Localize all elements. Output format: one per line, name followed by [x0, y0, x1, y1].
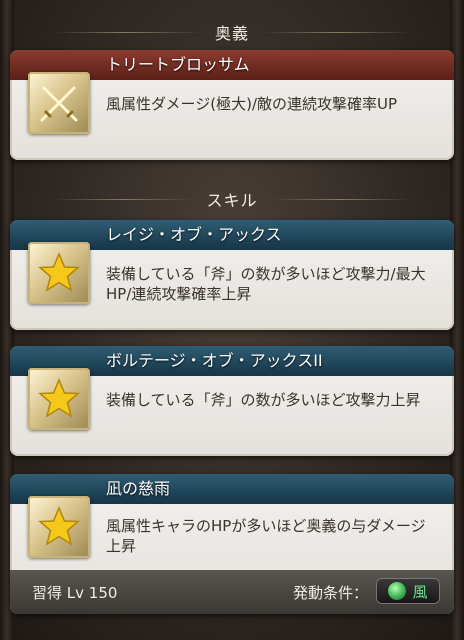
skill-card-1[interactable]: レイジ・オブ・アックス 装備している「斧」の数が多いほど攻撃力/最大HP/連続攻… — [10, 220, 454, 330]
learn-level: 習得 Lv 150 — [32, 584, 118, 602]
crossed-swords-icon — [28, 72, 90, 134]
skill-section-title: スキル — [206, 191, 258, 210]
ougi-card[interactable]: トリートブロッサム 風属性ダメージ(極大)/敵の連続攻撃確率UP — [10, 50, 454, 160]
condition-badge: 風 — [376, 578, 440, 604]
condition-value: 風 — [412, 582, 428, 601]
divider — [271, 198, 411, 200]
ougi-section-header: 奥義 — [40, 19, 424, 45]
star-icon — [28, 368, 90, 430]
divider — [54, 31, 201, 33]
wind-element-icon — [388, 582, 407, 600]
skill-footer: 習得 Lv 150 発動条件： 風 — [10, 570, 454, 614]
ougi-description: 風属性ダメージ(極大)/敵の連続攻撃確率UP — [106, 95, 398, 113]
skill-card-2[interactable]: ボルテージ・オブ・アックスII 装備している「斧」の数が多いほど攻撃力上昇 — [10, 346, 454, 456]
skill-section-header: スキル — [40, 186, 424, 212]
star-icon — [28, 496, 90, 558]
skill-description: 装備している「斧」の数が多いほど攻撃力上昇 — [106, 391, 421, 409]
condition-label: 発動条件： — [292, 584, 368, 602]
divider — [54, 198, 193, 200]
divider — [263, 31, 411, 33]
star-icon — [28, 242, 90, 304]
skill-description: 風属性キャラのHPが多いほど奥義の与ダメージ上昇 — [106, 517, 426, 555]
skill-description: 装備している「斧」の数が多いほど攻撃力/最大HP/連続攻撃確率上昇 — [106, 265, 426, 303]
ougi-section-title: 奥義 — [215, 24, 250, 43]
